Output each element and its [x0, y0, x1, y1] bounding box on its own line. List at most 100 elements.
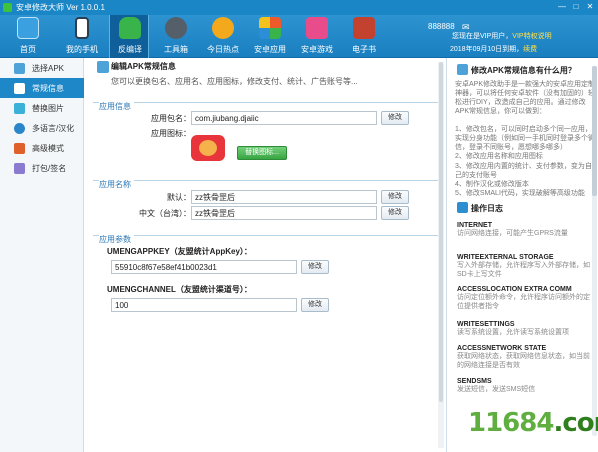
toolbar-android-games-label: 安卓游戏	[301, 45, 333, 54]
permission-name: WRITESETTINGS	[457, 321, 515, 328]
expiry-text: 2018年09月10日到期，	[450, 46, 524, 53]
package-name-input[interactable]	[191, 111, 377, 125]
help-panel: 修改APK常规信息有什么用？ 安卓APK修改助手是一款强大的安卓应用定制神器，可…	[446, 58, 598, 452]
log-entry: ACCESSLOCATION EXTRA COMM 访问定位额外命令，允许程序访…	[457, 286, 592, 311]
help-point-2: 2、修改应用名称和应用图标	[455, 153, 543, 160]
umeng-appkey-label: UMENGAPPKEY（友盟统计AppKey）：	[107, 247, 252, 256]
app-name-section: 应用名称	[93, 179, 439, 228]
toolbar-android-apps-label: 安卓应用	[254, 45, 286, 54]
toolbar-hot-today-label: 今日热点	[207, 45, 239, 54]
toolbar-hot-today-button[interactable]: 今日热点	[203, 15, 243, 58]
toolbar-my-phone-label: 我的手机	[66, 45, 98, 54]
tw-name-input[interactable]	[191, 206, 377, 220]
replace-icon-button[interactable]: 替换图标...	[237, 146, 287, 160]
username: 888888	[428, 22, 455, 31]
minimize-icon[interactable]: —	[556, 1, 568, 13]
toolbar-my-phone-button[interactable]: 我的手机	[62, 15, 102, 58]
log-title: 操作日志	[471, 204, 503, 213]
default-name-label: 默认：	[167, 193, 191, 202]
game-icon	[306, 17, 328, 39]
default-name-input[interactable]	[191, 190, 377, 204]
sidebar: 选择APK 常规信息 替换图片 多语言/汉化 高级模式 打包/签名	[0, 58, 84, 452]
maximize-icon[interactable]: □	[570, 1, 582, 13]
toolbar-android-apps-button[interactable]: 安卓应用	[250, 15, 290, 58]
umeng-appkey-input[interactable]	[111, 260, 297, 274]
globe-icon	[14, 123, 25, 134]
tw-name-modify-button[interactable]: 修改	[381, 206, 409, 220]
help-scrollbar[interactable]	[592, 66, 597, 436]
expiry-status: 2018年09月10日到期，续费	[450, 44, 537, 54]
permission-desc: 写入外部存储，允许程序写入外部存储，如SD卡上写文件	[457, 262, 590, 278]
package-name-label: 应用包名：	[151, 114, 191, 123]
permission-desc: 访问定位额外命令，允许程序访问额外的定位提供者指令	[457, 294, 590, 310]
phone-icon	[75, 17, 89, 39]
app-info-section-title: 应用信息	[99, 101, 134, 112]
sidebar-item-label: 替换图片	[32, 104, 64, 113]
sidebar-item-multilanguage[interactable]: 多语言/汉化	[0, 118, 84, 138]
apps-icon	[259, 17, 281, 39]
help-point-4: 4、制作汉化或修改版本	[455, 181, 529, 188]
sidebar-item-label: 常规信息	[32, 84, 64, 93]
watermark-text: 11684	[468, 408, 554, 438]
renew-link[interactable]: 续费	[523, 46, 537, 53]
image-icon	[14, 103, 25, 114]
sidebar-item-select-apk[interactable]: 选择APK	[0, 58, 84, 78]
toolbar-ebooks-button[interactable]: 电子书	[344, 15, 384, 58]
log-entry: INTERNET 访问网络连接，可能产生GPRS流量	[457, 222, 592, 238]
tw-name-label: 中文（台湾）：	[139, 209, 191, 218]
umeng-channel-label: UMENGCHANNEL（友盟统计渠道号）：	[107, 285, 252, 294]
package-icon	[14, 163, 25, 174]
close-icon[interactable]: ✕	[584, 1, 596, 13]
umeng-channel-modify-button[interactable]: 修改	[301, 298, 329, 312]
permission-desc: 获取网络状态，获取网络信息状态，如当前的网络连接是否有效	[457, 353, 590, 369]
vip-status-text: 您现在是VIP用户，	[452, 33, 513, 40]
help-question-icon	[457, 64, 468, 75]
help-point-5: 5、修改SMALI代码，实现破解等高级功能	[455, 190, 585, 197]
watermark-suffix: .com	[553, 408, 598, 438]
log-entry: WRITEEXTERNAL STORAGE 写入外部存储，允许程序写入外部存储，…	[457, 254, 592, 279]
permission-name: INTERNET	[457, 222, 492, 229]
apk-icon	[14, 63, 25, 74]
sidebar-item-package-sign[interactable]: 打包/签名	[0, 158, 84, 178]
vip-privileges-link[interactable]: VIP特权说明	[512, 33, 551, 40]
main-panel: 编辑APK常规信息 您可以更换包名、应用名、应用图标，修改支付、统计、广告账号等…	[85, 58, 445, 452]
toolbar-home-button[interactable]: 首页	[8, 15, 48, 58]
app-icon-preview	[191, 135, 225, 161]
advanced-icon	[14, 143, 25, 154]
main-scrollbar[interactable]	[438, 62, 444, 448]
default-name-modify-button[interactable]: 修改	[381, 190, 409, 204]
main-scrollbar-thumb[interactable]	[439, 62, 443, 402]
sidebar-item-replace-images[interactable]: 替换图片	[0, 98, 84, 118]
sidebar-item-label: 高级模式	[32, 144, 64, 153]
log-entry: WRITESETTINGS 读写系统设置，允许读写系统设置项	[457, 321, 592, 337]
log-entry: ACCESSNETWORK STATE 获取网络状态，获取网络信息状态，如当前的…	[457, 345, 592, 370]
account-panel: 888888 ✉ 您现在是VIP用户，VIP特权说明 2018年09月10日到期…	[418, 21, 564, 55]
books-icon	[353, 17, 375, 39]
star-icon	[212, 17, 234, 39]
edit-info-icon	[97, 61, 109, 73]
log-icon	[457, 202, 468, 213]
umeng-appkey-modify-button[interactable]: 修改	[301, 260, 329, 274]
sidebar-item-label: 多语言/汉化	[32, 124, 75, 133]
toolbar-toolbox-label: 工具箱	[164, 45, 188, 54]
sidebar-item-advanced-mode[interactable]: 高级模式	[0, 138, 84, 158]
android-icon	[119, 17, 141, 39]
help-scrollbar-thumb[interactable]	[592, 66, 597, 196]
log-entry: SENDSMS 发送短信，发送SMS短信	[457, 378, 592, 394]
app-icon-label: 应用图标：	[151, 129, 191, 138]
page-title: 编辑APK常规信息	[111, 62, 176, 71]
umeng-channel-input[interactable]	[111, 298, 297, 312]
info-icon	[14, 83, 25, 94]
help-point-1: 1、修改包名，可以同时启动多个同一应用，实现分身功能（例如同一手机同时登录多个微…	[455, 126, 595, 151]
toolbox-icon	[165, 17, 187, 39]
app-name-section-title: 应用名称	[99, 179, 134, 190]
toolbar-decompile-button[interactable]: 反编译	[109, 15, 149, 58]
app-params-section-title: 应用参数	[99, 234, 134, 245]
package-name-modify-button[interactable]: 修改	[381, 111, 409, 125]
sidebar-item-label: 选择APK	[32, 64, 65, 73]
toolbar-android-games-button[interactable]: 安卓游戏	[297, 15, 337, 58]
toolbar-toolbox-button[interactable]: 工具箱	[156, 15, 196, 58]
sidebar-item-general-info[interactable]: 常规信息	[0, 78, 84, 98]
help-title: 修改APK常规信息有什么用？	[471, 66, 576, 75]
help-point-3: 3、修改应用内置的统计、支付参数，变为自己的支付账号	[455, 163, 592, 179]
